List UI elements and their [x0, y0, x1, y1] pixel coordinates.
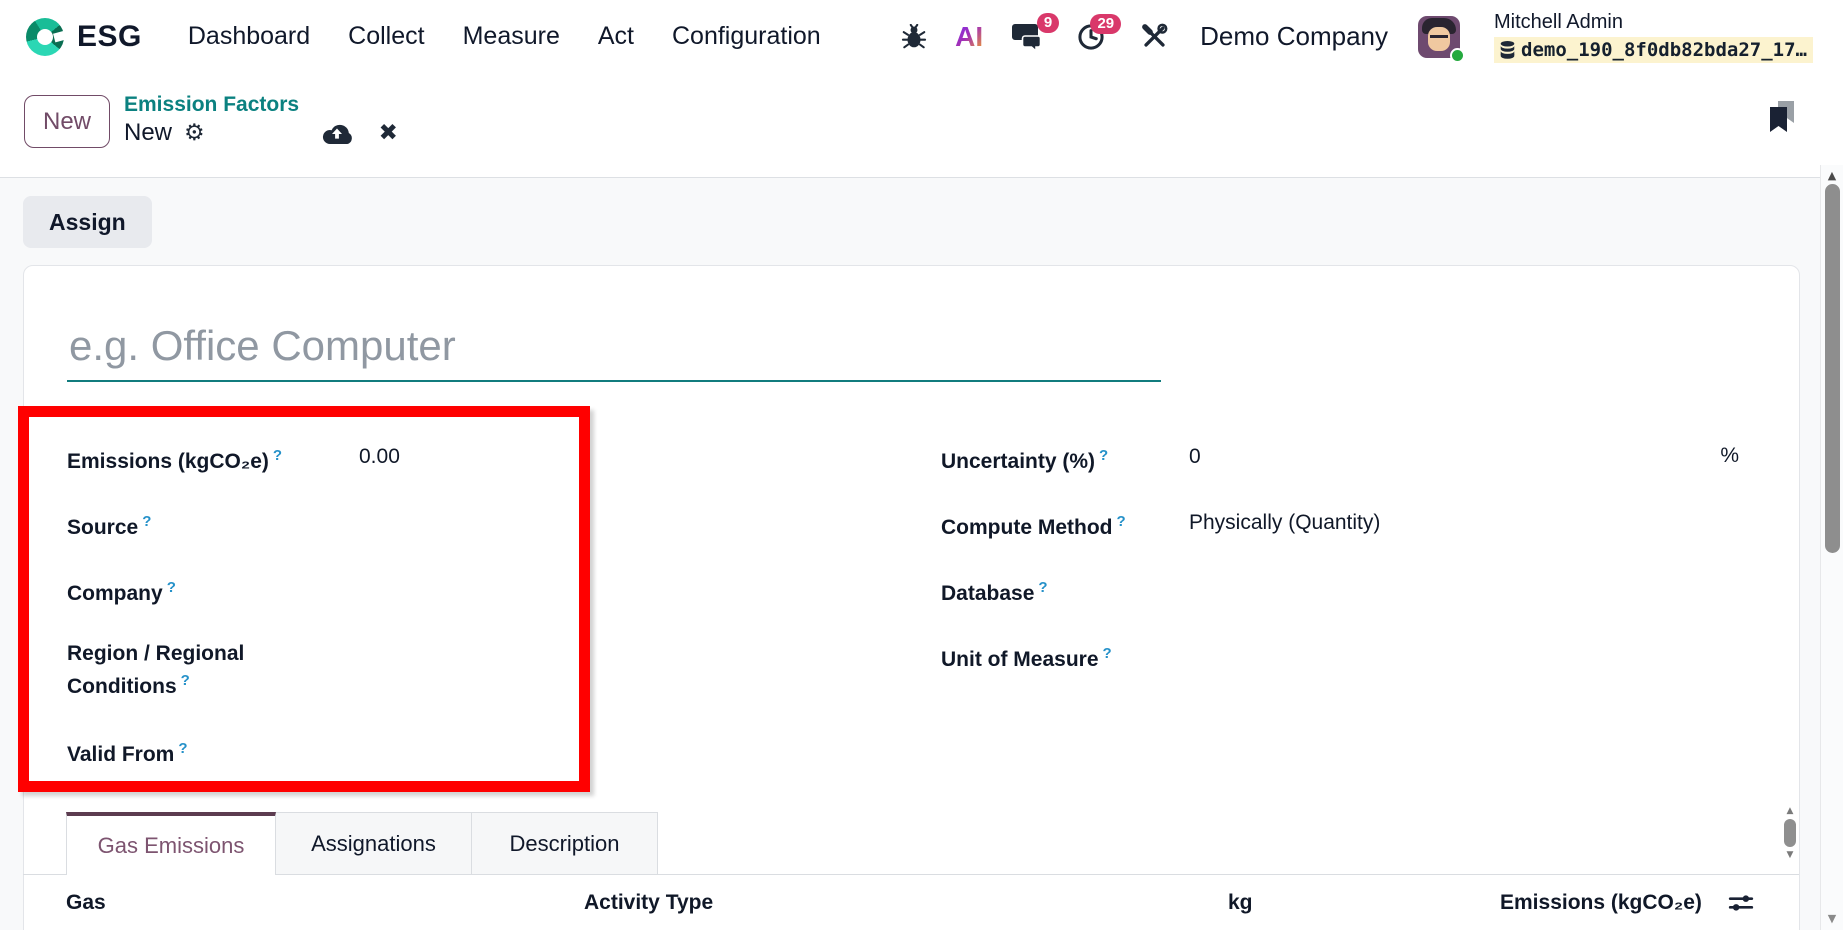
column-header-gas[interactable]: Gas — [66, 891, 106, 915]
main-content: Assign Emissions (kgCO₂e)? 0.00 Source? … — [0, 178, 1843, 930]
breadcrumb-current: New — [124, 119, 173, 146]
app-logo-icon[interactable] — [26, 17, 64, 56]
control-panel: New Emission Factors New ⚙ ✖ — [0, 73, 1843, 178]
company-help-icon[interactable]: ? — [167, 579, 176, 596]
menu-dashboard[interactable]: Dashboard — [188, 22, 310, 51]
top-navbar: ESG Dashboard Collect Measure Act Config… — [0, 0, 1843, 73]
form-sheet: Emissions (kgCO₂e)? 0.00 Source? Company… — [23, 265, 1800, 930]
menu-act[interactable]: Act — [598, 22, 634, 51]
online-status-dot — [1450, 47, 1466, 63]
emissions-help-icon[interactable]: ? — [273, 447, 282, 464]
field-grid: Emissions (kgCO₂e)? 0.00 Source? Company… — [67, 422, 1799, 801]
ai-icon[interactable]: AI — [955, 21, 983, 53]
column-header-emissions[interactable]: Emissions (kgCO₂e) — [1500, 891, 1702, 915]
database-help-icon[interactable]: ? — [1038, 579, 1047, 596]
tools-icon[interactable] — [1141, 23, 1168, 50]
field-row-source: Source? — [67, 508, 629, 574]
emissions-value[interactable]: 0.00 — [359, 442, 400, 470]
field-row-compute-method: Compute Method? Physically (Quantity) — [941, 508, 1741, 574]
region-help-icon[interactable]: ? — [181, 672, 190, 689]
user-menu[interactable]: Mitchell Admin demo_190_8f0db82bda27_17… — [1494, 11, 1813, 63]
region-label: Region / Regional Conditions — [67, 642, 245, 698]
uncertainty-label: Uncertainty (%) — [941, 450, 1096, 473]
messages-badge: 9 — [1036, 12, 1060, 33]
assign-button[interactable]: Assign — [23, 196, 152, 248]
activities-badge: 29 — [1090, 13, 1122, 34]
field-row-uncertainty: Uncertainty (%)? 0 % — [941, 442, 1741, 508]
company-switcher[interactable]: Demo Company — [1200, 21, 1388, 52]
uncertainty-suffix: % — [1720, 444, 1739, 467]
notebook: Gas Emissions Assignations Description G… — [23, 812, 1799, 930]
valid-from-label: Valid From — [67, 743, 175, 766]
actions-gear-icon[interactable]: ⚙ — [184, 120, 205, 146]
optional-columns-icon[interactable] — [1728, 892, 1754, 914]
field-column-left: Emissions (kgCO₂e)? 0.00 Source? Company… — [67, 442, 629, 801]
avatar-glasses — [1430, 34, 1449, 41]
page-scroll-down-icon[interactable]: ▼ — [1828, 912, 1836, 925]
compute-method-help-icon[interactable]: ? — [1116, 513, 1125, 530]
table-scroll-down-icon[interactable]: ▼ — [1787, 850, 1794, 860]
database-badge: demo_190_8f0db82bda27_17… — [1494, 36, 1813, 63]
tab-gas-emissions[interactable]: Gas Emissions — [66, 812, 276, 875]
source-label: Source — [67, 516, 139, 539]
breadcrumb: Emission Factors New ⚙ ✖ — [124, 93, 398, 147]
column-header-activity-type[interactable]: Activity Type — [584, 891, 713, 915]
activities-clock-icon[interactable]: 29 — [1077, 13, 1122, 51]
debug-bug-icon[interactable] — [901, 23, 927, 50]
table-scroll-up-icon[interactable]: ▲ — [1787, 806, 1794, 816]
breadcrumb-parent-link[interactable]: Emission Factors — [124, 93, 398, 117]
messages-icon[interactable]: 9 — [1011, 12, 1060, 52]
uom-label: Unit of Measure — [941, 648, 1099, 671]
tab-bar: Gas Emissions Assignations Description — [23, 812, 1799, 875]
field-column-right: Uncertainty (%)? 0 % Compute Method? Phy… — [941, 442, 1741, 801]
company-label: Company — [67, 582, 163, 605]
page-scrollbar[interactable]: ▲ ▼ — [1820, 165, 1843, 930]
uncertainty-help-icon[interactable]: ? — [1099, 447, 1108, 464]
record-title-input[interactable] — [67, 322, 1161, 382]
field-row-valid-from: Valid From? — [67, 735, 629, 801]
field-row-company: Company? — [67, 574, 629, 640]
menu-collect[interactable]: Collect — [348, 22, 424, 51]
field-row-database: Database? — [941, 574, 1741, 640]
menu-measure[interactable]: Measure — [463, 22, 560, 51]
new-record-button[interactable]: New — [24, 95, 110, 148]
compute-method-value[interactable]: Physically (Quantity) — [1189, 508, 1380, 536]
source-help-icon[interactable]: ? — [142, 513, 151, 530]
uom-help-icon[interactable]: ? — [1103, 645, 1112, 662]
page-scroll-up-icon[interactable]: ▲ — [1828, 169, 1836, 182]
valid-from-help-icon[interactable]: ? — [178, 740, 187, 757]
user-avatar[interactable] — [1418, 15, 1466, 63]
bookmark-icon[interactable] — [1768, 101, 1798, 133]
main-menu: Dashboard Collect Measure Act Configurat… — [188, 22, 821, 51]
tab-assignations[interactable]: Assignations — [276, 812, 472, 874]
database-label: Database — [941, 582, 1035, 605]
field-row-emissions: Emissions (kgCO₂e)? 0.00 — [67, 442, 629, 508]
tab-description[interactable]: Description — [472, 812, 658, 874]
field-row-uom: Unit of Measure? — [941, 640, 1741, 706]
save-cloud-icon[interactable] — [321, 120, 353, 146]
database-icon — [1500, 40, 1515, 59]
gas-table-header: Gas Activity Type kg Emissions (kgCO₂e) — [23, 875, 1799, 930]
database-name: demo_190_8f0db82bda27_17… — [1521, 38, 1807, 61]
compute-method-label: Compute Method — [941, 516, 1113, 539]
emissions-label: Emissions (kgCO₂e) — [67, 450, 269, 473]
app-name: ESG — [77, 19, 142, 53]
discard-close-icon[interactable]: ✖ — [379, 120, 398, 146]
column-header-kg[interactable]: kg — [1228, 891, 1253, 915]
field-row-region: Region / Regional Conditions? — [67, 640, 629, 735]
menu-configuration[interactable]: Configuration — [672, 22, 821, 51]
table-scroll-thumb[interactable] — [1784, 819, 1796, 847]
uncertainty-value[interactable]: 0 — [1189, 442, 1201, 470]
page-scroll-thumb[interactable] — [1825, 184, 1840, 553]
table-scrollbar[interactable]: ▲ ▼ — [1782, 806, 1798, 870]
user-name: Mitchell Admin — [1494, 10, 1623, 33]
